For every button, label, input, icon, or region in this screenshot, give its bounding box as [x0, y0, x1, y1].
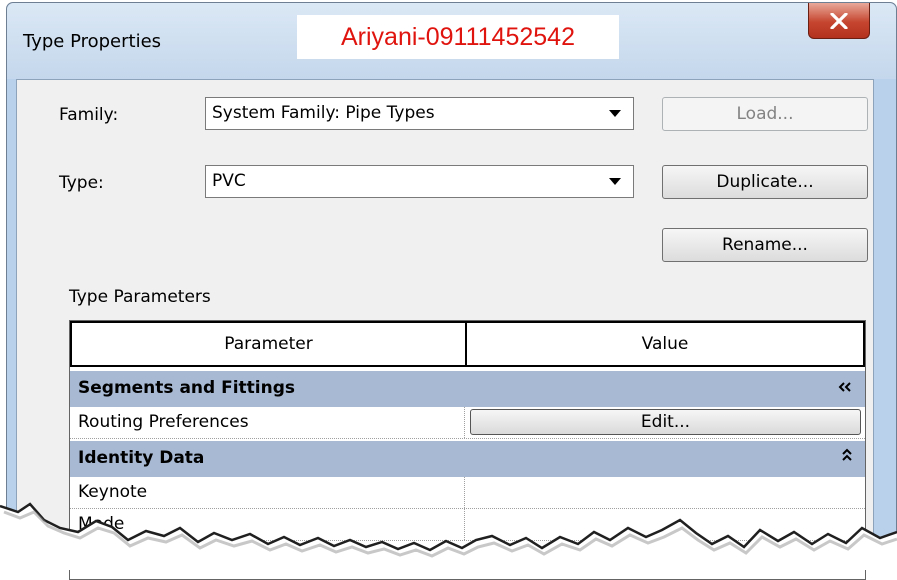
load-button[interactable]: Load... — [662, 97, 868, 131]
double-chevron-up-icon[interactable] — [841, 448, 853, 466]
double-chevron-up-icon[interactable] — [838, 381, 856, 393]
type-parameters-grid: Parameter Value Segments and Fittings Ro… — [69, 320, 866, 580]
rename-button[interactable]: Rename... — [662, 228, 868, 262]
parameter-name: Keynote — [78, 482, 148, 502]
type-value: PVC — [212, 171, 246, 191]
family-value: System Family: Pipe Types — [212, 103, 435, 123]
type-properties-dialog: Type Properties Ariyani-09111452542 Fami… — [6, 2, 897, 580]
parameter-cell: Routing Preferences — [70, 407, 465, 438]
table-row[interactable]: Keynote — [70, 477, 865, 509]
watermark-label: Ariyani-09111452542 — [297, 15, 619, 59]
column-header-parameter[interactable]: Parameter — [72, 323, 467, 365]
type-parameters-label: Type Parameters — [69, 287, 211, 307]
group-label: Identity Data — [78, 448, 205, 468]
dialog-body: Family: System Family: Pipe Types Load..… — [16, 79, 874, 580]
group-label: Segments and Fittings — [78, 378, 296, 398]
table-row: Routing Preferences Edit... — [70, 407, 865, 439]
column-header-value[interactable]: Value — [467, 323, 863, 365]
parameter-cell: Keynote — [70, 477, 465, 508]
chevron-down-icon — [609, 178, 621, 185]
group-row-segments-and-fittings[interactable]: Segments and Fittings — [70, 371, 865, 407]
group-row-identity-data[interactable]: Identity Data — [70, 441, 865, 477]
edit-routing-preferences-button[interactable]: Edit... — [470, 409, 861, 435]
type-select[interactable]: PVC — [205, 165, 634, 198]
parameter-name: Routing Preferences — [78, 412, 249, 432]
title-bar[interactable]: Type Properties Ariyani-09111452542 — [7, 3, 896, 79]
family-label: Family: — [59, 105, 119, 125]
close-icon — [830, 12, 848, 29]
parameter-cell: Mode — [70, 509, 465, 540]
type-label: Type: — [59, 173, 104, 193]
table-row[interactable]: Mode — [70, 509, 865, 541]
grid-header: Parameter Value — [70, 321, 865, 367]
duplicate-button[interactable]: Duplicate... — [662, 165, 868, 199]
chevron-down-icon — [609, 110, 621, 117]
close-button[interactable] — [808, 3, 870, 39]
parameter-name: Mode — [78, 514, 125, 534]
window-title: Type Properties — [23, 31, 162, 52]
family-select[interactable]: System Family: Pipe Types — [205, 97, 634, 130]
